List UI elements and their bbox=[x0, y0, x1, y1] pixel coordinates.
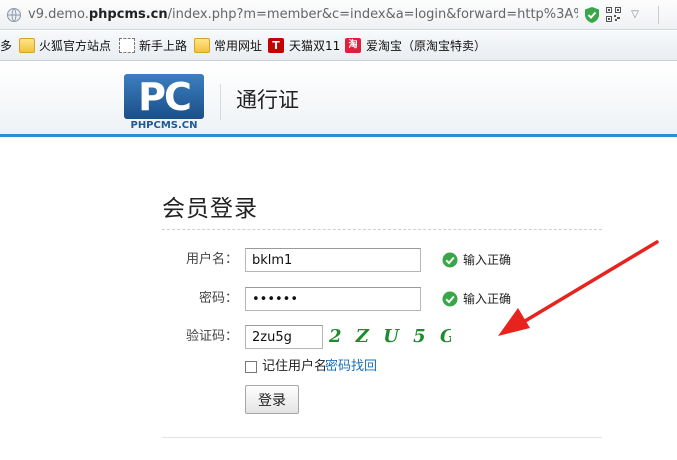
site-header: PC PHPCMS.CN 通行证 bbox=[0, 62, 677, 137]
url-rest: /index.php?m=member&c=index&a=login&forw… bbox=[167, 7, 578, 22]
taobao-icon: 淘 bbox=[345, 38, 361, 53]
captcha-image[interactable]: 2 Z U 5 G bbox=[327, 322, 451, 350]
page-title: 通行证 bbox=[236, 88, 299, 112]
captcha-input[interactable] bbox=[245, 325, 323, 349]
login-button[interactable]: 登录 bbox=[245, 385, 299, 414]
url-domain: phpcms.cn bbox=[88, 7, 168, 22]
bookmarks-toolbar: 多 火狐官方站点 新手上路 常用网址 T 天猫双11 淘 爱淘宝（原淘宝特卖） bbox=[0, 31, 677, 61]
remember-label[interactable]: 记住用户名 bbox=[262, 358, 327, 376]
header-divider bbox=[220, 84, 221, 120]
logo-mark: PC bbox=[138, 75, 192, 119]
url-dropdown-icon[interactable]: ▽ bbox=[628, 6, 642, 24]
username-label: 用户名： bbox=[185, 252, 238, 267]
folder-icon bbox=[19, 38, 35, 53]
shield-icon[interactable] bbox=[584, 6, 600, 24]
check-icon bbox=[442, 291, 458, 307]
bookmark-firefox-official[interactable]: 火狐官方站点 bbox=[39, 37, 111, 55]
captcha-glyphs: 2 Z U 5 G bbox=[328, 326, 451, 347]
check-icon bbox=[442, 252, 458, 268]
url-bar-edge bbox=[658, 6, 677, 24]
captcha-label: 验证码： bbox=[185, 329, 238, 344]
footer-divider bbox=[162, 437, 602, 438]
phpcms-logo[interactable]: PC PHPCMS.CN bbox=[124, 74, 204, 131]
heading-divider bbox=[162, 229, 602, 230]
login-heading: 会员登录 bbox=[162, 196, 258, 222]
bookmark-ai-taobao[interactable]: 爱淘宝（原淘宝特卖） bbox=[366, 37, 486, 55]
folder-icon bbox=[194, 38, 210, 53]
qr-code-icon[interactable] bbox=[606, 7, 621, 22]
globe-icon bbox=[7, 8, 21, 22]
bookmark-overflow[interactable]: 多 bbox=[0, 37, 12, 55]
blank-page-icon bbox=[119, 38, 135, 53]
forgot-password-link[interactable]: 密码找回 bbox=[325, 358, 377, 376]
tmall-icon: T bbox=[268, 38, 284, 53]
url-field[interactable]: v9.demo.phpcms.cn/index.php?m=member&c=i… bbox=[28, 6, 578, 24]
password-input[interactable] bbox=[245, 287, 421, 311]
password-label: 密码： bbox=[198, 291, 238, 306]
bookmark-common-sites[interactable]: 常用网址 bbox=[214, 37, 262, 55]
logo-subtitle: PHPCMS.CN bbox=[130, 120, 198, 131]
bookmark-tmall[interactable]: 天猫双11 bbox=[289, 37, 340, 55]
bookmark-getting-started[interactable]: 新手上路 bbox=[139, 37, 187, 55]
annotation-arrow-icon bbox=[498, 240, 659, 336]
username-input[interactable] bbox=[245, 248, 421, 272]
address-bar: v9.demo.phpcms.cn/index.php?m=member&c=i… bbox=[0, 0, 677, 30]
url-prefix: v9.demo. bbox=[28, 7, 89, 22]
remember-checkbox[interactable] bbox=[245, 361, 257, 373]
